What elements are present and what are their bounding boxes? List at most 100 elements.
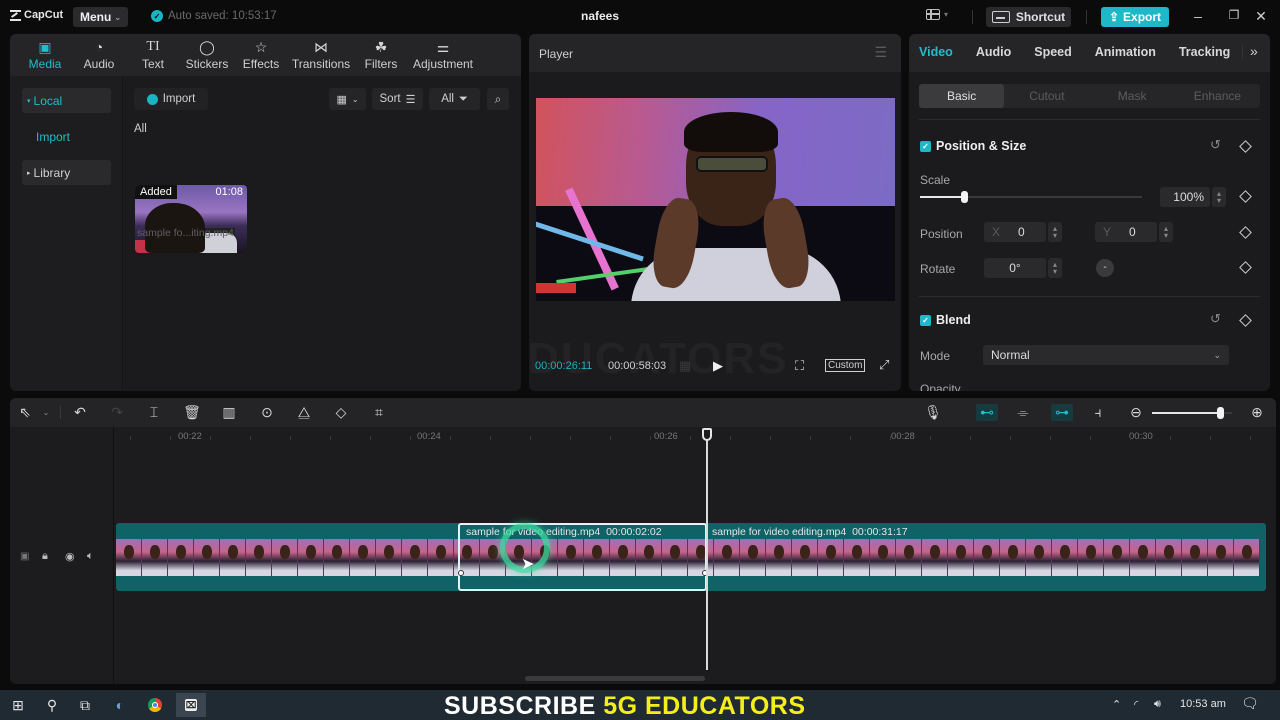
cover-icon[interactable]: ▣ bbox=[20, 551, 29, 562]
volume-icon[interactable]: 🔊︎ bbox=[1154, 698, 1161, 711]
chevron-down-icon[interactable]: ⌄ bbox=[37, 408, 55, 417]
position-y-stepper[interactable]: ▴ ▾ bbox=[1159, 222, 1173, 242]
app-icon[interactable]: ◐ bbox=[110, 696, 130, 714]
keyframe-icon[interactable] bbox=[1239, 314, 1252, 327]
tab-adjustment[interactable]: ⚌ Adjustment bbox=[408, 37, 478, 71]
zoom-out-icon[interactable]: ⊖ bbox=[1127, 404, 1145, 421]
tab-media[interactable]: ▣ Media bbox=[18, 37, 72, 71]
import-button[interactable]: Import bbox=[134, 88, 208, 110]
sort-button[interactable]: Sort ☰ bbox=[372, 88, 423, 110]
ratio-button[interactable]: Custom bbox=[825, 359, 866, 372]
capcut-taskbar-icon[interactable]: ⌧ bbox=[176, 693, 206, 717]
tab-effects[interactable]: ☆ Effects bbox=[234, 37, 288, 71]
timeline-scrollbar[interactable] bbox=[525, 676, 705, 681]
rotate-input[interactable]: 0° bbox=[984, 258, 1046, 278]
timecode-grid-icon[interactable]: ▦ bbox=[679, 358, 691, 374]
tab-text[interactable]: TI Text bbox=[126, 37, 180, 71]
subtab-cutout[interactable]: Cutout bbox=[1004, 84, 1089, 108]
eye-icon[interactable]: ◉ bbox=[65, 550, 75, 563]
freeze-icon[interactable]: ▥ bbox=[220, 404, 238, 421]
close-button[interactable]: ✕ bbox=[1251, 8, 1271, 25]
audio-mute-icon[interactable]: 🔈︎ bbox=[87, 550, 94, 563]
undo-icon[interactable]: ↶ bbox=[71, 404, 89, 421]
sidebar-item-import[interactable]: Import bbox=[22, 124, 111, 149]
tab-animation[interactable]: Animation bbox=[1095, 45, 1156, 59]
rotate-stepper[interactable]: ▴ ▾ bbox=[1048, 258, 1062, 278]
fullscreen-icon[interactable]: ⤢ bbox=[879, 357, 889, 373]
selected-clip[interactable] bbox=[458, 523, 708, 591]
linkage-icon[interactable]: ⊶ bbox=[1051, 404, 1073, 421]
zoom-slider-handle[interactable] bbox=[1217, 407, 1224, 419]
reset-icon[interactable]: ↺ bbox=[1210, 311, 1221, 327]
tab-filters[interactable]: ☘ Filters bbox=[354, 37, 408, 71]
menu-button[interactable]: Menu ⌄ bbox=[73, 7, 128, 27]
clock[interactable]: 10:53 am bbox=[1180, 698, 1226, 710]
keyframe-icon[interactable] bbox=[1239, 140, 1252, 153]
playhead-handle[interactable] bbox=[702, 428, 712, 441]
tab-audio[interactable]: ◔ Audio bbox=[72, 37, 126, 71]
microphone-icon[interactable]: 🎙 bbox=[924, 404, 942, 421]
shortcut-button[interactable]: Shortcut bbox=[986, 7, 1071, 27]
trim-handle-left[interactable] bbox=[458, 570, 464, 576]
reset-icon[interactable]: ↺ bbox=[1210, 137, 1221, 153]
mirror-icon[interactable]: ⧋ bbox=[295, 404, 313, 421]
tab-tracking[interactable]: Tracking bbox=[1179, 45, 1230, 59]
search-button[interactable]: ⌕ bbox=[487, 88, 509, 110]
media-item-thumbnail[interactable]: Added 01:08 bbox=[135, 185, 247, 253]
keyframe-icon[interactable] bbox=[1239, 190, 1252, 203]
crop-icon[interactable]: ⌗ bbox=[370, 404, 388, 421]
position-y-input[interactable]: Y 0 bbox=[1095, 222, 1157, 242]
export-button[interactable]: ⇪ Export bbox=[1101, 7, 1169, 27]
main-track-magnet-icon[interactable]: ⊷ bbox=[976, 404, 998, 421]
rotate-dial[interactable]: - bbox=[1096, 259, 1114, 277]
subtab-enhance[interactable]: Enhance bbox=[1175, 84, 1260, 108]
restore-button[interactable]: ❐ bbox=[1224, 8, 1244, 22]
sidebar-item-local[interactable]: ▾ Local bbox=[22, 88, 111, 113]
rotate-icon[interactable]: ◇ bbox=[332, 404, 350, 421]
minimize-button[interactable]: – bbox=[1188, 8, 1208, 24]
subtab-mask[interactable]: Mask bbox=[1090, 84, 1175, 108]
position-x-stepper[interactable]: ▴ ▾ bbox=[1048, 222, 1062, 242]
view-mode-button[interactable]: ▦ ⌄ bbox=[329, 88, 366, 110]
video-preview[interactable] bbox=[536, 98, 895, 301]
position-size-checkbox[interactable]: ✓ bbox=[920, 140, 931, 152]
lock-icon[interactable]: 🔒︎ bbox=[42, 550, 48, 563]
redo-icon[interactable]: ↷ bbox=[108, 404, 126, 421]
windows-start-icon[interactable]: ⊞ bbox=[8, 696, 28, 714]
position-x-input[interactable]: X 0 bbox=[984, 222, 1046, 242]
tab-speed[interactable]: Speed bbox=[1034, 45, 1072, 59]
zoom-fit-icon[interactable]: ⛶ bbox=[795, 358, 804, 374]
keyframe-icon[interactable] bbox=[1239, 226, 1252, 239]
more-tabs-icon[interactable]: » bbox=[1250, 43, 1258, 59]
search-icon[interactable]: ⚲ bbox=[42, 696, 62, 714]
scale-slider-handle[interactable] bbox=[961, 191, 969, 203]
wifi-icon[interactable]: ◜ bbox=[1134, 698, 1138, 711]
play-button[interactable]: ▶ bbox=[713, 358, 723, 374]
scale-input[interactable]: 100% bbox=[1160, 187, 1210, 207]
delete-icon[interactable]: 🗑 bbox=[183, 404, 201, 421]
keyframe-icon[interactable] bbox=[1239, 261, 1252, 274]
reverse-icon[interactable]: ⊙ bbox=[258, 404, 276, 421]
tab-video[interactable]: Video bbox=[919, 45, 953, 59]
task-view-icon[interactable]: ⧉ bbox=[75, 696, 95, 714]
playhead[interactable] bbox=[706, 440, 708, 670]
filter-button[interactable]: All ⏷ bbox=[429, 88, 480, 110]
scale-stepper[interactable]: ▴ ▾ bbox=[1212, 187, 1226, 207]
split-icon[interactable]: ⌶ bbox=[145, 404, 163, 421]
tab-stickers[interactable]: ◯ Stickers bbox=[180, 37, 234, 71]
sidebar-item-library[interactable]: ▸ Library bbox=[22, 160, 111, 185]
blend-mode-select[interactable]: Normal ⌄ bbox=[983, 345, 1229, 365]
select-tool-icon[interactable]: ⇖ bbox=[16, 404, 34, 421]
scale-slider[interactable] bbox=[920, 191, 1142, 203]
blend-checkbox[interactable]: ✓ bbox=[920, 314, 931, 326]
zoom-in-icon[interactable]: ⊕ bbox=[1248, 404, 1266, 421]
auto-snap-icon[interactable]: ⌯ bbox=[1014, 404, 1032, 421]
tab-audio[interactable]: Audio bbox=[976, 45, 1011, 59]
preview-axis-icon[interactable]: ⫞ bbox=[1089, 404, 1107, 421]
project-name[interactable]: nafees bbox=[560, 9, 640, 23]
tab-transitions[interactable]: ⋈ Transitions bbox=[288, 37, 354, 71]
chrome-icon[interactable] bbox=[145, 696, 165, 714]
subtab-basic[interactable]: Basic bbox=[919, 84, 1005, 108]
layout-button[interactable]: ▾ bbox=[926, 9, 948, 20]
player-menu-icon[interactable]: ☰ bbox=[874, 44, 887, 61]
